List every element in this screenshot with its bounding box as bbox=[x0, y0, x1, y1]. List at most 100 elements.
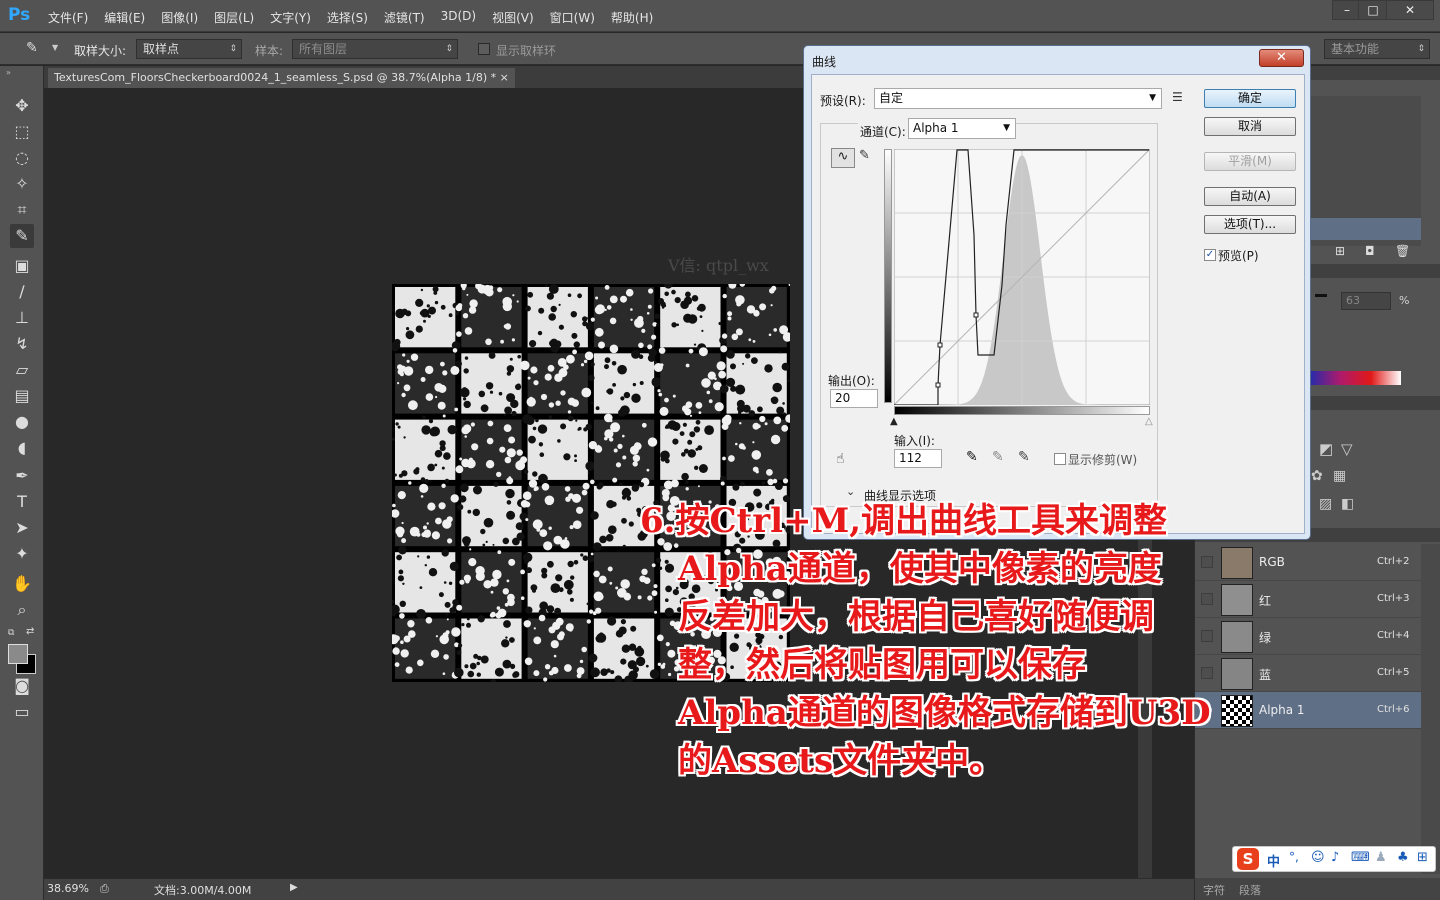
menu-help[interactable]: 帮助(H) bbox=[611, 9, 653, 26]
sample-select[interactable]: 所有图层 ⇕ bbox=[292, 39, 458, 59]
menu-type[interactable]: 文字(Y) bbox=[270, 9, 311, 26]
punctuation-icon[interactable]: °, bbox=[1289, 850, 1299, 864]
type-tool-icon[interactable]: T bbox=[10, 490, 34, 514]
lasso-tool-icon[interactable]: ◌ bbox=[10, 146, 34, 170]
white-eyedropper-icon[interactable]: ✎ bbox=[1018, 449, 1030, 465]
history-brush-tool-icon[interactable]: ↯ bbox=[10, 332, 34, 356]
menu-image[interactable]: 图像(I) bbox=[161, 9, 198, 26]
skin-icon[interactable]: ♣ bbox=[1397, 850, 1409, 865]
swap-colors-icon[interactable]: ⇄ bbox=[26, 626, 34, 637]
eraser-tool-icon[interactable]: ▱ bbox=[10, 358, 34, 382]
workspace-select[interactable]: 基本功能 ⇕ bbox=[1324, 39, 1430, 59]
channels-scrollbar[interactable] bbox=[1421, 544, 1440, 874]
quick-mask-icon[interactable]: ◙ bbox=[10, 674, 34, 698]
menu-edit[interactable]: 编辑(E) bbox=[104, 9, 145, 26]
user-icon[interactable]: ♟ bbox=[1375, 850, 1387, 865]
color-ramp[interactable] bbox=[1311, 371, 1401, 385]
smooth-button[interactable]: 平滑(M) bbox=[1204, 152, 1296, 171]
auto-button[interactable]: 自动(A) bbox=[1204, 187, 1296, 206]
menu-layer[interactable]: 图层(L) bbox=[214, 9, 254, 26]
collapse-icon[interactable]: » bbox=[6, 68, 11, 77]
channel-select[interactable]: Alpha 1 ▼ bbox=[908, 118, 1016, 139]
share-icon[interactable]: ⎙ bbox=[100, 882, 109, 896]
magic-wand-tool-icon[interactable]: ✧ bbox=[10, 172, 34, 196]
tab-paragraph[interactable]: 段落 bbox=[1239, 882, 1261, 898]
microphone-icon[interactable]: ♪ bbox=[1331, 850, 1339, 865]
channel-row-red[interactable]: 红 Ctrl+3 bbox=[1195, 581, 1421, 618]
adjustment-selective-color-icon[interactable]: ◧ bbox=[1341, 496, 1354, 512]
channel-row-blue[interactable]: 蓝 Ctrl+5 bbox=[1195, 655, 1421, 692]
ok-button[interactable]: 确定 bbox=[1204, 89, 1296, 108]
black-eyedropper-icon[interactable]: ✎ bbox=[966, 449, 978, 465]
preview-checkbox[interactable]: ✓ bbox=[1204, 249, 1216, 261]
input-input[interactable]: 112 bbox=[894, 449, 942, 468]
path-selection-tool-icon[interactable]: ➤ bbox=[10, 516, 34, 540]
pencil-draw-icon[interactable]: ✎ bbox=[859, 148, 870, 163]
black-point-slider-icon[interactable]: ▲ bbox=[890, 416, 898, 427]
cancel-button[interactable]: 取消 bbox=[1204, 117, 1296, 136]
new-snapshot-icon[interactable]: ⊞ bbox=[1335, 244, 1345, 258]
options-button[interactable]: 选项(T)... bbox=[1204, 215, 1296, 234]
preset-select[interactable]: 自定 ▼ bbox=[874, 88, 1162, 109]
menu-3d[interactable]: 3D(D) bbox=[441, 9, 476, 26]
channel-row-green[interactable]: 绿 Ctrl+4 bbox=[1195, 618, 1421, 655]
menu-filter[interactable]: 滤镜(T) bbox=[384, 9, 425, 26]
default-colors-icon[interactable]: ⧉ bbox=[8, 628, 14, 638]
sogou-logo-icon[interactable]: S bbox=[1237, 848, 1259, 870]
preset-options-icon[interactable]: ☰ bbox=[1172, 90, 1183, 104]
pen-tool-icon[interactable]: ✒ bbox=[10, 464, 34, 488]
dodge-tool-icon[interactable]: ◖ bbox=[10, 436, 34, 460]
custom-shape-tool-icon[interactable]: ✦ bbox=[10, 542, 34, 566]
channel-row-rgb[interactable]: RGB Ctrl+2 bbox=[1195, 544, 1421, 581]
adjustment-mixer-icon[interactable]: ✿ bbox=[1311, 468, 1323, 484]
blur-tool-icon[interactable]: ● bbox=[10, 410, 34, 434]
channel-row-alpha-1[interactable]: ◉ Alpha 1 Ctrl+6 bbox=[1195, 692, 1421, 729]
move-tool-icon[interactable]: ✥ bbox=[10, 94, 34, 118]
zoom-level[interactable]: 38.69% bbox=[47, 882, 89, 895]
ime-mode[interactable]: 中 bbox=[1267, 851, 1280, 870]
brush-tool-icon[interactable]: ∕ bbox=[10, 280, 34, 304]
menu-file[interactable]: 文件(F) bbox=[48, 9, 88, 26]
marquee-tool-icon[interactable]: ⬚ bbox=[10, 120, 34, 144]
clone-stamp-tool-icon[interactable]: ⊥ bbox=[10, 306, 34, 330]
show-sampling-ring-checkbox[interactable] bbox=[478, 43, 490, 55]
eyedropper-tool-icon[interactable]: ✎ bbox=[10, 224, 34, 248]
menu-select[interactable]: 选择(S) bbox=[327, 9, 368, 26]
hand-tool-icon[interactable]: ✋ bbox=[10, 572, 34, 596]
show-clipping-checkbox[interactable] bbox=[1054, 453, 1066, 465]
dialog-close-button[interactable]: ✕ bbox=[1259, 49, 1304, 67]
white-point-slider-icon[interactable]: △ bbox=[1145, 416, 1153, 427]
gradient-tool-icon[interactable]: ▤ bbox=[10, 384, 34, 408]
adjustment-levels-icon[interactable]: ◩ bbox=[1319, 440, 1333, 458]
adjustment-lookup-icon[interactable]: ▦ bbox=[1333, 468, 1346, 484]
tab-character[interactable]: 字符 bbox=[1203, 882, 1225, 898]
camera-icon[interactable]: ◘ bbox=[1365, 244, 1375, 258]
screen-mode-icon[interactable]: ▭ bbox=[10, 700, 34, 724]
on-image-adjust-hand-icon[interactable]: ☝ bbox=[836, 451, 845, 467]
healing-brush-tool-icon[interactable]: ▣ bbox=[10, 254, 34, 278]
adjustment-gradient-map-icon[interactable]: ▽ bbox=[1341, 440, 1353, 458]
keyboard-icon[interactable]: ⌨ bbox=[1351, 850, 1370, 865]
slider-track[interactable] bbox=[1315, 294, 1327, 297]
curve-edit-points-icon[interactable]: ∿ bbox=[831, 148, 855, 168]
opacity-input[interactable]: 63 bbox=[1341, 292, 1391, 310]
toolbox-icon[interactable]: ⊞ bbox=[1417, 850, 1428, 865]
menu-window[interactable]: 窗口(W) bbox=[550, 9, 595, 26]
close-window-button[interactable]: ✕ bbox=[1386, 0, 1434, 20]
curves-graph[interactable] bbox=[894, 149, 1150, 405]
trash-icon[interactable]: 🗑 bbox=[1395, 244, 1410, 258]
output-input[interactable]: 20 bbox=[830, 389, 878, 408]
menu-view[interactable]: 视图(V) bbox=[492, 9, 534, 26]
gray-eyedropper-icon[interactable]: ✎ bbox=[992, 449, 1004, 465]
adjustment-threshold-icon[interactable]: ▨ bbox=[1319, 496, 1332, 512]
foreground-color-swatch[interactable] bbox=[8, 644, 28, 664]
eyedropper-icon[interactable]: ✎ bbox=[26, 40, 44, 58]
maximize-button[interactable]: □ bbox=[1358, 0, 1388, 20]
crop-tool-icon[interactable]: ⌗ bbox=[10, 198, 34, 222]
emoji-icon[interactable]: ☺ bbox=[1311, 850, 1325, 865]
history-selected-item[interactable] bbox=[1311, 218, 1421, 240]
zoom-tool-icon[interactable]: ⌕ bbox=[10, 598, 34, 622]
status-menu-arrow-icon[interactable]: ▶ bbox=[290, 882, 298, 893]
document-tab[interactable]: TexturesCom_FloorsCheckerboard0024_1_sea… bbox=[48, 68, 515, 88]
close-tab-icon[interactable]: × bbox=[500, 71, 509, 84]
